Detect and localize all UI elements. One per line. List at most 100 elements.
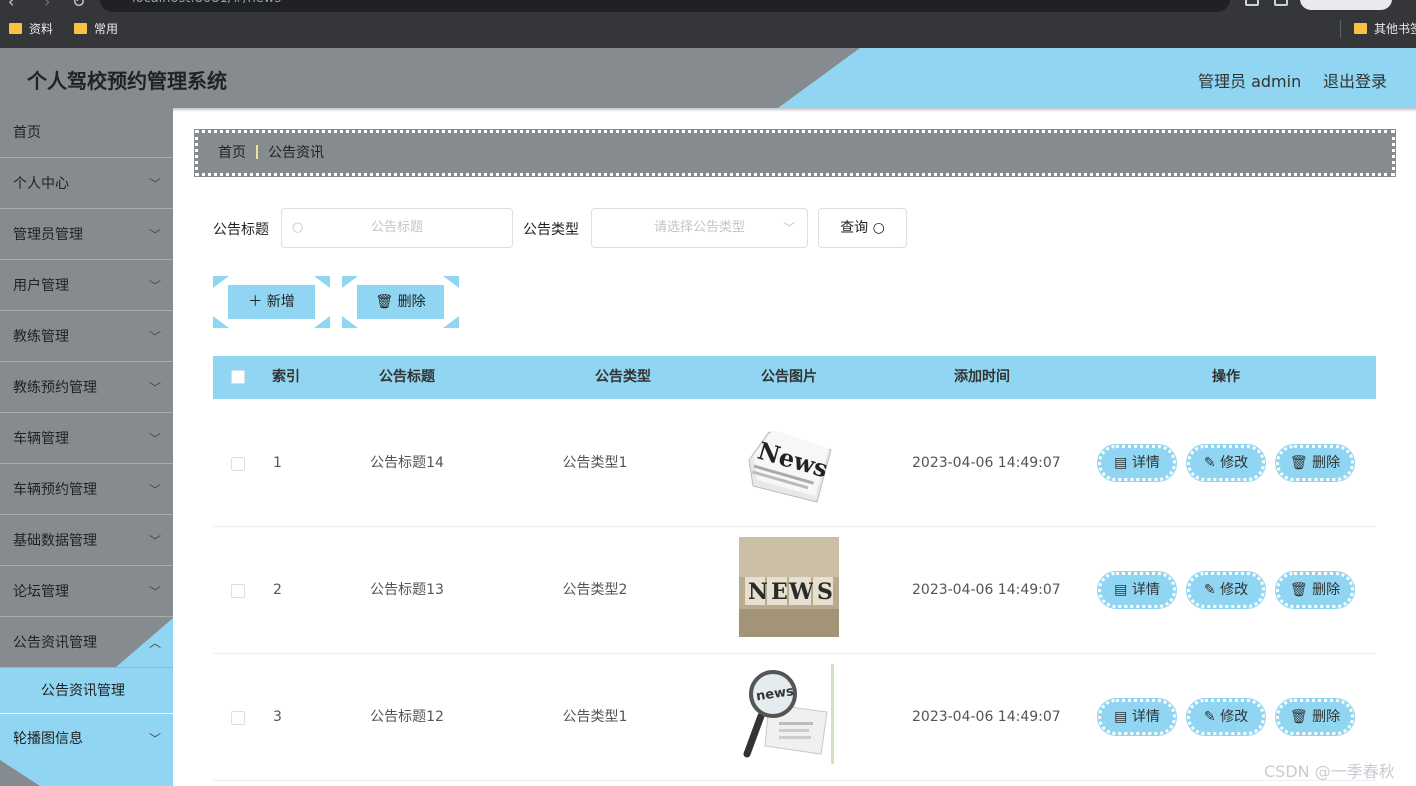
- sidebar-item-vehicles[interactable]: 车辆管理 ﹀: [0, 414, 173, 464]
- folder-icon: [9, 23, 22, 34]
- row-type: 公告类型1: [562, 709, 628, 725]
- news-blocks-image: N E W S: [739, 537, 839, 637]
- extension-icon-2[interactable]: [1274, 0, 1288, 6]
- sidebar-item-coaches[interactable]: 教练管理 ﹀: [0, 312, 173, 362]
- profile-button[interactable]: [1300, 0, 1392, 10]
- row-index: 1: [273, 455, 282, 471]
- sidebar-item-coach-booking[interactable]: 教练预约管理 ﹀: [0, 363, 173, 413]
- logout-link[interactable]: 退出登录: [1323, 68, 1387, 92]
- sidebar-item-forum[interactable]: 论坛管理 ﹀: [0, 567, 173, 617]
- query-button[interactable]: 查询 ○: [818, 208, 907, 248]
- chevron-down-icon: ﹀: [148, 381, 161, 395]
- document-icon: ▤: [1114, 709, 1128, 725]
- row-time: 2023-04-06 14:49:07: [912, 582, 1061, 598]
- title-search-input[interactable]: ○ 公告标题: [281, 208, 513, 248]
- row-checkbox[interactable]: [231, 457, 245, 471]
- document-icon: ▤: [1114, 582, 1128, 598]
- table-header: 索引 公告标题 公告类型 公告图片 添加时间 操作: [213, 356, 1376, 399]
- sidebar-item-admins[interactable]: 管理员管理 ﹀: [0, 210, 173, 260]
- news-magnifier-image: news: [739, 664, 839, 764]
- address-bar[interactable]: localhost:8081/#/news: [100, 0, 1230, 12]
- app-title: 个人驾校预约管理系统: [27, 69, 227, 93]
- trash-icon: 🗑: [1289, 709, 1308, 725]
- sidebar-item-profile[interactable]: 个人中心 ﹀: [0, 159, 173, 209]
- edit-button[interactable]: ✎ 修改: [1186, 698, 1266, 736]
- extension-icon[interactable]: [1245, 0, 1259, 6]
- sidebar-item-base-data[interactable]: 基础数据管理 ﹀: [0, 516, 173, 566]
- row-type: 公告类型2: [562, 582, 628, 598]
- bookmark-folder-other[interactable]: 其他书签: [1354, 20, 1416, 38]
- trash-icon: 🗑: [375, 294, 394, 310]
- row-time: 2023-04-06 14:49:07: [912, 709, 1061, 725]
- trash-icon: 🗑: [1289, 582, 1308, 598]
- svg-text:W: W: [788, 579, 814, 605]
- document-icon: ▤: [1114, 455, 1128, 471]
- plus-icon: ＋: [248, 294, 263, 310]
- chevron-up-icon: ︿: [148, 636, 161, 650]
- chevron-down-icon: ﹀: [148, 228, 161, 242]
- app-header: 个人驾校预约管理系统 管理员 admin 退出登录: [0, 48, 1416, 108]
- sidebar-item-carousel[interactable]: 轮播图信息 ﹀: [0, 714, 173, 764]
- edit-button[interactable]: ✎ 修改: [1186, 571, 1266, 609]
- breadcrumb-home[interactable]: 首页: [218, 145, 246, 161]
- row-index: 3: [273, 709, 282, 725]
- folder-icon: [74, 23, 87, 34]
- sidebar-subitem-news-manage[interactable]: 公告资讯管理: [0, 668, 173, 714]
- type-filter-label: 公告类型: [523, 222, 579, 238]
- breadcrumb-separator: [256, 145, 258, 159]
- row-checkbox[interactable]: [231, 584, 245, 598]
- select-all-checkbox[interactable]: [231, 370, 245, 384]
- batch-delete-button[interactable]: 🗑 删除: [357, 285, 444, 319]
- add-button-wrapper: ＋ 新增: [213, 276, 330, 328]
- chevron-down-icon: ﹀: [148, 279, 161, 293]
- edit-button[interactable]: ✎ 修改: [1186, 444, 1266, 482]
- table-row: 1 公告标题14 公告类型1 News 2023-04-06 14:49:07 …: [213, 400, 1376, 527]
- bookmark-folder[interactable]: 常用: [74, 20, 118, 38]
- folder-icon: [1354, 23, 1367, 34]
- delete-button[interactable]: 🗑 删除: [1275, 698, 1355, 736]
- back-icon[interactable]: ‹: [8, 0, 14, 11]
- chevron-down-icon: ﹀: [148, 330, 161, 344]
- bookmarks-bar: 资料 常用 其他书签: [0, 14, 1416, 44]
- svg-text:N: N: [748, 579, 768, 605]
- sidebar-decoration: [0, 760, 173, 786]
- pencil-icon: ✎: [1203, 582, 1216, 598]
- chevron-down-icon: ﹀: [782, 221, 795, 235]
- header-shadow: [0, 108, 1416, 112]
- type-select[interactable]: 请选择公告类型 ﹀: [591, 208, 808, 248]
- delete-button[interactable]: 🗑 删除: [1275, 444, 1355, 482]
- current-user: 管理员 admin: [1198, 72, 1302, 91]
- sidebar-item-news[interactable]: 公告资讯管理 ︿: [0, 618, 173, 668]
- detail-button[interactable]: ▤ 详情: [1097, 698, 1177, 736]
- pencil-icon: ✎: [1203, 709, 1216, 725]
- sidebar-item-home[interactable]: 首页: [0, 108, 173, 158]
- forward-icon[interactable]: ›: [44, 0, 50, 11]
- sidebar-item-vehicle-booking[interactable]: 车辆预约管理 ﹀: [0, 465, 173, 515]
- reload-icon[interactable]: ↻: [72, 0, 85, 11]
- detail-button[interactable]: ▤ 详情: [1097, 571, 1177, 609]
- bookmarks-divider: [1340, 20, 1341, 38]
- search-icon: ○: [872, 220, 885, 236]
- bookmark-folder[interactable]: 资料: [9, 20, 53, 38]
- delete-button[interactable]: 🗑 删除: [1275, 571, 1355, 609]
- row-time: 2023-04-06 14:49:07: [912, 455, 1061, 471]
- news-paper-image: News: [748, 430, 832, 503]
- title-filter-label: 公告标题: [213, 222, 269, 238]
- table-row: 2 公告标题13 公告类型2 N E W S 2023-04-06 14:49:…: [213, 527, 1376, 654]
- watermark: CSDN @一季春秋: [1264, 762, 1395, 781]
- delete-button-wrapper: 🗑 删除: [342, 276, 459, 328]
- sidebar: 首页 个人中心 ﹀ 管理员管理 ﹀ 用户管理 ﹀ 教练管理 ﹀ 教练预约管理 ﹀ 车辆管理…: [0, 108, 173, 786]
- chevron-down-icon: ﹀: [148, 432, 161, 446]
- add-button[interactable]: ＋ 新增: [228, 285, 315, 319]
- col-actions: 操作: [1212, 369, 1240, 385]
- detail-button[interactable]: ▤ 详情: [1097, 444, 1177, 482]
- chevron-down-icon: ﹀: [148, 534, 161, 548]
- breadcrumb: 首页 公告资讯: [194, 129, 1396, 177]
- row-title: 公告标题14: [370, 455, 444, 471]
- sidebar-item-users[interactable]: 用户管理 ﹀: [0, 261, 173, 311]
- search-icon: ○: [292, 220, 304, 235]
- row-type: 公告类型1: [562, 455, 628, 471]
- chevron-down-icon: ﹀: [148, 177, 161, 191]
- col-type: 公告类型: [595, 369, 651, 385]
- row-checkbox[interactable]: [231, 711, 245, 725]
